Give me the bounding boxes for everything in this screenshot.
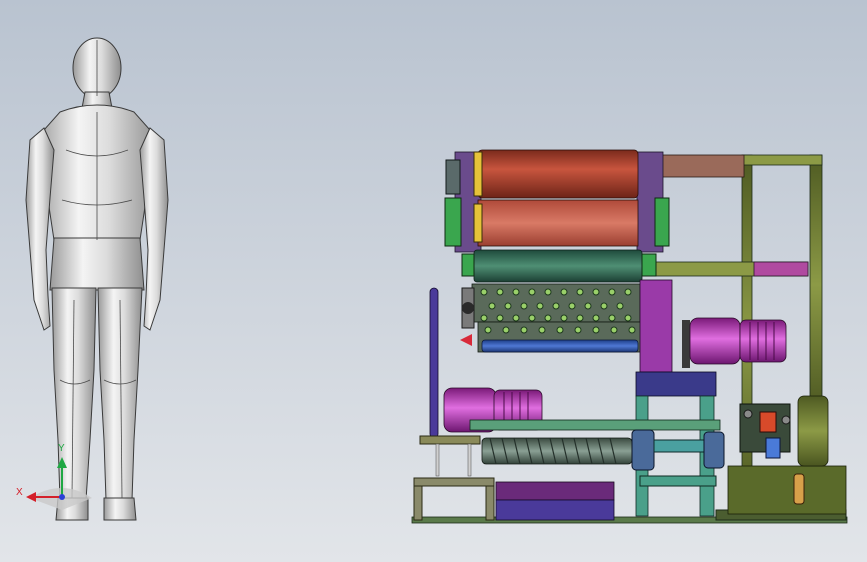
top-roller	[477, 149, 639, 199]
upper-motor	[689, 317, 741, 365]
z-axis-dot	[59, 494, 65, 500]
x-axis-label: X	[16, 487, 23, 498]
cad-viewport[interactable]: X Y	[0, 0, 867, 562]
y-axis-label: Y	[58, 443, 65, 454]
second-roller	[477, 199, 639, 247]
third-roller	[473, 249, 643, 283]
model-canvas[interactable]	[0, 0, 867, 562]
drive-belt	[429, 287, 439, 439]
hydraulic-tank	[727, 465, 847, 515]
